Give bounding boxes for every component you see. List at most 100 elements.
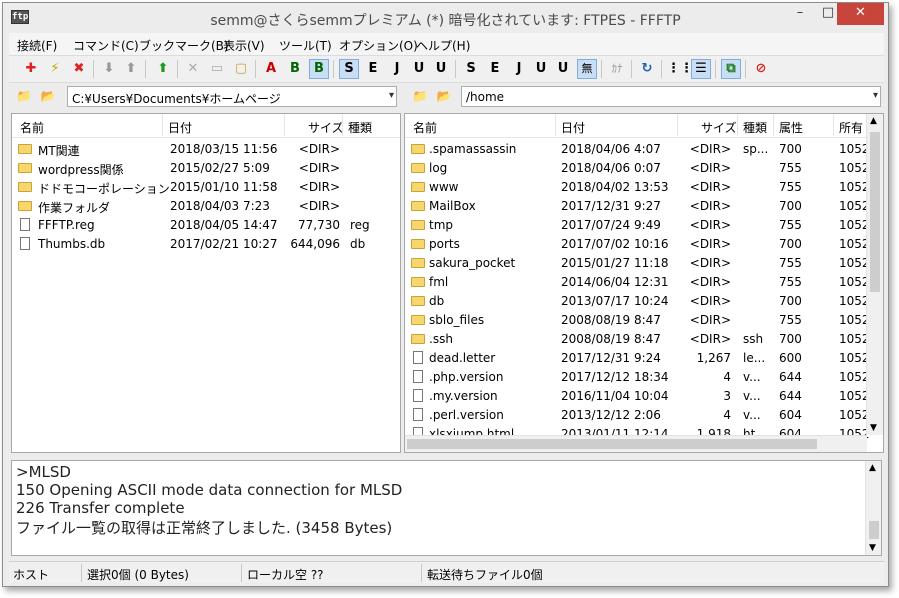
folder-up-icon[interactable]: 📁	[15, 88, 33, 104]
table-row[interactable]: .spamassassin 2018/04/06 4:07 <DIR> sp... 70…	[405, 140, 870, 159]
table-row[interactable]: log 2018/04/06 0:07 <DIR> 755 1052	[405, 159, 870, 178]
mirror-upload-icon[interactable]: ⬆	[153, 59, 173, 79]
scroll-up-icon[interactable]: ▲	[870, 116, 877, 126]
detail-view-icon[interactable]: ☰	[691, 59, 711, 79]
menu-view[interactable]: 表示(V)	[223, 37, 265, 54]
menu-options[interactable]: オプション(O)	[339, 37, 418, 54]
remote-jis-icon[interactable]: J	[509, 59, 529, 79]
scroll-up-icon[interactable]: ▲	[869, 463, 876, 473]
table-row[interactable]: dead.letter 2017/12/31 9:24 1,267 le... 600 1…	[405, 349, 870, 368]
sync-browse-icon[interactable]: ⧉	[721, 59, 741, 79]
table-row[interactable]: www 2018/04/02 13:53 <DIR> 755 1052	[405, 178, 870, 197]
table-row[interactable]: fml 2014/06/04 12:31 <DIR> 755 1052	[405, 273, 870, 292]
table-row[interactable]: db 2013/07/17 10:24 <DIR> 700 1052	[405, 292, 870, 311]
remote-col-owner[interactable]: 所有	[839, 119, 863, 136]
close-button[interactable]: ✕	[837, 3, 884, 25]
column-divider[interactable]	[555, 114, 556, 136]
download-icon[interactable]: ⬇	[99, 59, 119, 79]
column-divider[interactable]	[342, 114, 343, 136]
column-divider[interactable]	[677, 114, 678, 136]
table-row[interactable]: ports 2017/07/02 10:16 <DIR> 700 1052	[405, 235, 870, 254]
menu-help[interactable]: ヘルプ(H)	[416, 37, 470, 54]
menu-bookmark[interactable]: ブックマーク(B)	[139, 37, 229, 54]
euc-icon[interactable]: E	[363, 59, 383, 79]
column-divider[interactable]	[162, 114, 163, 136]
disconnect-icon[interactable]: ✖	[69, 59, 89, 79]
refresh-icon[interactable]: ↻	[637, 59, 657, 79]
table-row[interactable]: ドドモコーポレーション 2015/01/10 11:58 <DIR>	[12, 178, 400, 197]
column-divider[interactable]	[833, 114, 834, 136]
remote-utf8bom-icon[interactable]: U	[553, 59, 573, 79]
jis-icon[interactable]: J	[387, 59, 407, 79]
utf8bom-icon[interactable]: U	[431, 59, 451, 79]
scroll-down-icon[interactable]: ▼	[870, 423, 877, 433]
table-row[interactable]: .ssh 2008/08/19 8:47 <DIR> ssh 700 1052	[405, 330, 870, 349]
local-col-name[interactable]: 名前	[20, 119, 44, 136]
table-row[interactable]: .php.version 2017/12/12 18:34 4 v... 644 1052	[405, 368, 870, 387]
delete-icon[interactable]: ✕	[183, 59, 203, 79]
remote-euc-icon[interactable]: E	[485, 59, 505, 79]
log-vertical-scrollbar[interactable]: ▲ ▼	[865, 461, 881, 555]
kana-icon[interactable]: ｶﾅ	[607, 59, 627, 79]
table-row[interactable]: tmp 2017/07/24 9:49 <DIR> 755 1052	[405, 216, 870, 235]
chevron-down-icon[interactable]: ▾	[873, 90, 878, 101]
quick-connect-icon[interactable]: ⚡	[45, 59, 65, 79]
ascii-mode-icon[interactable]: A	[261, 59, 281, 79]
remote-sjis-icon[interactable]: S	[461, 59, 481, 79]
remote-vertical-scrollbar[interactable]: ▲ ▼	[866, 114, 883, 435]
remote-col-date[interactable]: 日付	[561, 119, 585, 136]
title-bar[interactable]: ftp semm@さくらsemmプレミアム (*) 暗号化されています: FTP…	[3, 3, 888, 33]
folder-up-icon[interactable]: 📁	[411, 88, 429, 104]
binary-mode-icon[interactable]: B	[285, 59, 305, 79]
menu-command[interactable]: コマンド(C)	[73, 37, 139, 54]
table-row[interactable]: wordpress関係 2015/02/27 5:09 <DIR>	[12, 159, 400, 178]
log-pane[interactable]: >MLSD 150 Opening ASCII mode data connec…	[11, 460, 882, 556]
remote-file-list[interactable]: 名前 日付 サイズ 種類 属性 所有 .spamassassin 2018/04/…	[404, 113, 884, 453]
local-col-size[interactable]: サイズ	[308, 119, 344, 136]
list-view-icon[interactable]: ⋮⋮	[667, 59, 693, 79]
remote-path-input[interactable]: /home ▾	[461, 86, 881, 107]
table-row[interactable]: .my.version 2016/11/04 10:04 3 v... 644 1052	[405, 387, 870, 406]
status-divider	[421, 564, 422, 582]
column-divider[interactable]	[773, 114, 774, 136]
table-row[interactable]: MailBox 2017/12/31 9:27 <DIR> 700 1052	[405, 197, 870, 216]
utf8-icon[interactable]: U	[409, 59, 429, 79]
connect-icon[interactable]: ✚	[21, 59, 41, 79]
table-row[interactable]: sakura_pocket 2015/01/27 11:18 <DIR> 755 105…	[405, 254, 870, 273]
mkdir-icon[interactable]: ▢	[231, 59, 251, 79]
remote-col-size[interactable]: サイズ	[701, 119, 737, 136]
table-row[interactable]: 作業フォルダ 2018/04/03 7:23 <DIR>	[12, 197, 400, 216]
sjis-icon[interactable]: S	[339, 59, 359, 79]
column-divider[interactable]	[284, 114, 285, 136]
auto-mode-icon[interactable]: B	[309, 59, 329, 79]
table-row[interactable]: MT関連 2018/03/15 11:56 <DIR>	[12, 140, 400, 159]
stop-icon[interactable]: ⊘	[751, 59, 771, 79]
table-row[interactable]: FFFTP.reg 2018/04/05 14:47 77,730 reg	[12, 216, 400, 235]
remote-utf8-icon[interactable]: U	[531, 59, 551, 79]
no-convert-icon[interactable]: 無	[577, 59, 597, 79]
scroll-thumb[interactable]	[869, 521, 879, 539]
local-path-input[interactable]: C:¥Users¥Documents¥ホームページ ▾	[67, 86, 397, 107]
scroll-thumb[interactable]	[870, 132, 880, 292]
menu-tools[interactable]: ツール(T)	[279, 37, 332, 54]
column-divider[interactable]	[737, 114, 738, 136]
scroll-thumb[interactable]	[407, 439, 817, 449]
menu-connect[interactable]: 接続(F)	[17, 37, 57, 54]
upload-icon[interactable]: ⬆	[121, 59, 141, 79]
table-row[interactable]: Thumbs.db 2017/02/21 10:27 644,096 db	[12, 235, 400, 254]
local-file-list[interactable]: 名前 日付 サイズ 種類 MT関連 2018/03/15 11:56 <DIR> wo…	[11, 113, 401, 453]
local-col-date[interactable]: 日付	[168, 119, 192, 136]
rename-icon[interactable]: ▭	[207, 59, 227, 79]
remote-horizontal-scrollbar[interactable]	[405, 435, 867, 452]
remote-col-attr[interactable]: 属性	[779, 119, 803, 136]
minimize-button[interactable]: –	[786, 3, 814, 25]
table-row[interactable]: .perl.version 2013/12/12 2:06 4 v... 604 1052	[405, 406, 870, 425]
scroll-down-icon[interactable]: ▼	[869, 543, 876, 553]
open-folder-icon[interactable]: 📂	[39, 88, 57, 104]
local-col-type[interactable]: 種類	[348, 119, 372, 136]
remote-col-type[interactable]: 種類	[743, 119, 767, 136]
open-folder-icon[interactable]: 📂	[435, 88, 453, 104]
remote-col-name[interactable]: 名前	[413, 119, 437, 136]
table-row[interactable]: sblo_files 2008/08/19 8:47 <DIR> 755 1052	[405, 311, 870, 330]
chevron-down-icon[interactable]: ▾	[389, 90, 394, 101]
